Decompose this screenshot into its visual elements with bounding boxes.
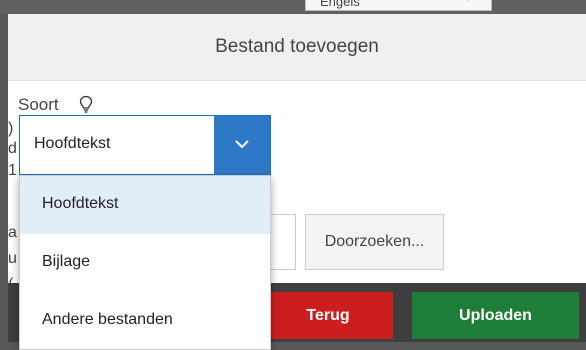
soort-dropdown-menu: Hoofdtekst Bijlage Andere bestanden: [19, 175, 271, 350]
edge-fragment: 1: [8, 162, 17, 179]
dropdown-option-hoofdtekst[interactable]: Hoofdtekst: [20, 176, 270, 234]
file-path-input[interactable]: [270, 214, 296, 270]
upload-button[interactable]: Uploaden: [412, 292, 579, 339]
dropdown-option-andere-bestanden[interactable]: Andere bestanden: [20, 292, 270, 350]
chevron-down-icon: [235, 140, 249, 149]
lightbulb-icon[interactable]: [78, 95, 94, 115]
option-label: Hoofdtekst: [42, 195, 119, 212]
modal-header: Bestand toevoegen: [8, 14, 586, 81]
soort-select-toggle[interactable]: [214, 116, 270, 174]
edge-fragment: ): [8, 120, 14, 137]
option-label: Bijlage: [42, 253, 91, 270]
edge-fragment: a: [8, 224, 17, 241]
background-language-select: Engels ▼: [305, 0, 492, 11]
back-button[interactable]: Terug: [263, 292, 393, 339]
background-language-value: Engels: [320, 0, 360, 9]
browse-button[interactable]: Doorzoeken...: [305, 214, 444, 270]
edge-fragment: d: [8, 140, 17, 157]
modal-title: Bestand toevoegen: [215, 36, 379, 57]
edge-fragment: u: [8, 250, 17, 267]
add-file-modal: Bestand toevoegen ) d 1 a u ( Soort Hoof…: [8, 14, 586, 350]
chevron-down-icon: ▼: [463, 0, 473, 4]
dropdown-option-bijlage[interactable]: Bijlage: [20, 234, 270, 292]
soort-select[interactable]: Hoofdtekst: [19, 115, 271, 175]
background-top: [0, 0, 586, 14]
option-label: Andere bestanden: [42, 311, 173, 328]
soort-label: Soort: [18, 95, 59, 114]
soort-select-value: Hoofdtekst: [34, 135, 111, 152]
